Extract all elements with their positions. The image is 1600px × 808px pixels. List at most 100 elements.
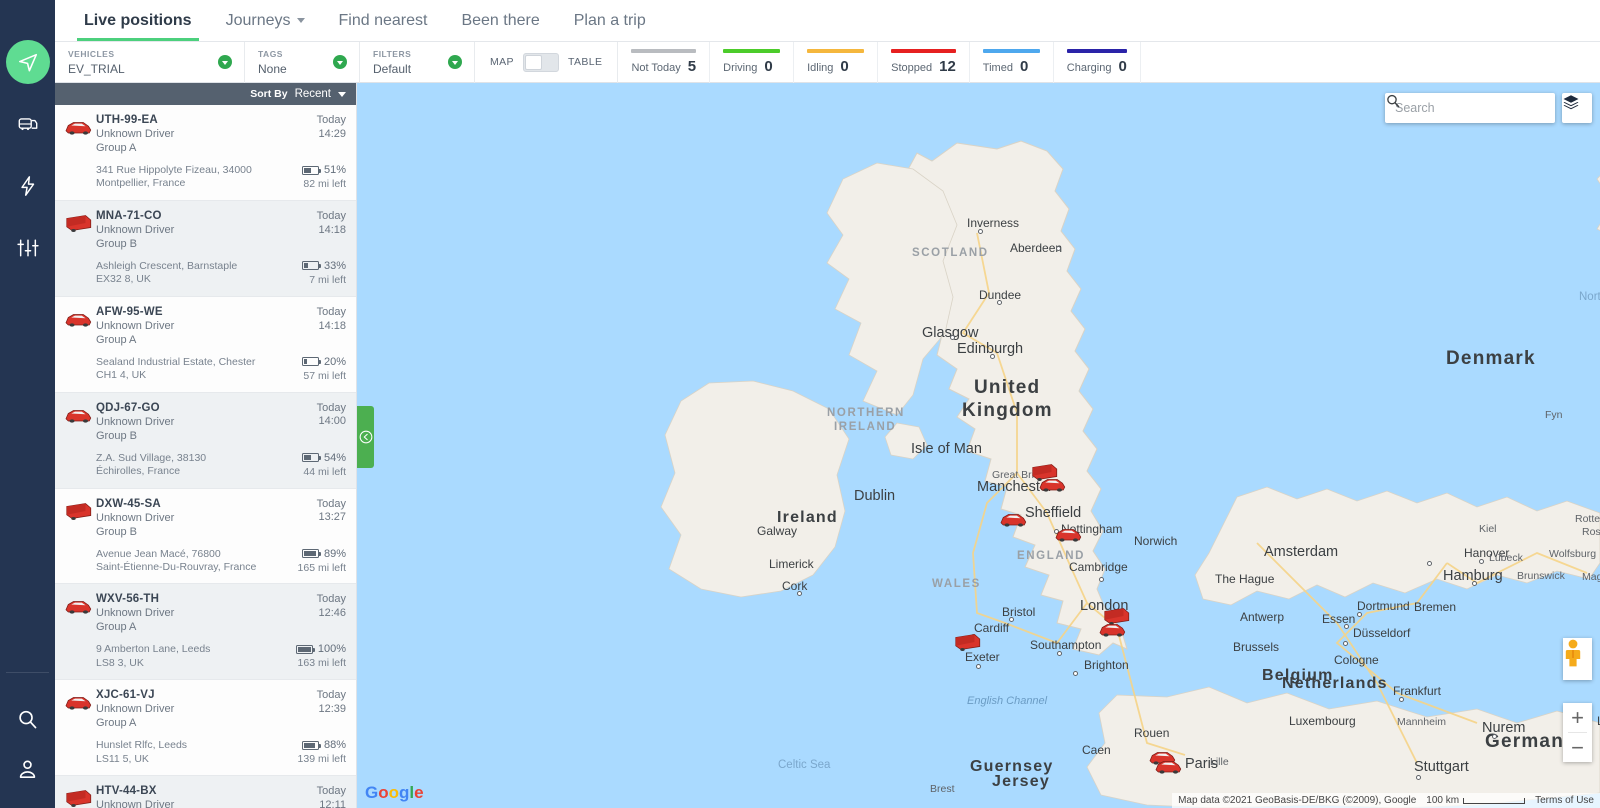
vehicle-day: Today bbox=[316, 689, 346, 702]
tab-find-nearest[interactable]: Find nearest bbox=[322, 0, 445, 41]
vehicle-driver: Unknown Driver bbox=[96, 607, 175, 620]
rail-item-live-positions[interactable] bbox=[5, 40, 50, 84]
chevron-down-icon[interactable] bbox=[218, 55, 232, 69]
map-vehicle-marker[interactable] bbox=[952, 631, 981, 651]
search-icon[interactable] bbox=[1385, 93, 1401, 109]
battery-icon bbox=[301, 549, 322, 558]
rail-item-account[interactable] bbox=[16, 758, 39, 786]
map-vehicle-marker[interactable] bbox=[1097, 618, 1126, 638]
status-summary: Not Today 5 Driving 0 Idling 0 Stopped 12 Timed 0… bbox=[618, 41, 1141, 83]
vehicle-list-item[interactable]: UTH-99-EA Unknown Driver Group A Today 14:29… bbox=[55, 105, 356, 201]
battery-icon bbox=[295, 644, 316, 654]
filter-group-filters[interactable]: FILTERS Default bbox=[360, 41, 475, 83]
vehicle-plate: UTH-99-EA bbox=[96, 114, 158, 126]
street-view-pegman[interactable] bbox=[1563, 638, 1592, 680]
car-marker-icon bbox=[1155, 761, 1182, 774]
city-dot-icon bbox=[1009, 617, 1014, 622]
car-marker-icon bbox=[1000, 514, 1027, 527]
vehicle-address-line2: Saint-Étienne-Du-Rouvray, France bbox=[96, 560, 257, 573]
status-driving[interactable]: Driving 0 bbox=[710, 41, 795, 83]
map-vehicle-marker[interactable] bbox=[1053, 523, 1082, 543]
filter-group-vehicles[interactable]: VEHICLES EV_TRIAL bbox=[55, 41, 245, 83]
zoom-in-button[interactable]: + bbox=[1563, 703, 1592, 732]
status-stopped[interactable]: Stopped 12 bbox=[878, 41, 970, 83]
map-layers-button[interactable] bbox=[1562, 93, 1592, 123]
vehicle-time: 13:27 bbox=[318, 511, 346, 524]
chevron-down-icon[interactable] bbox=[448, 55, 462, 69]
sort-bar[interactable]: Sort By Recent bbox=[55, 83, 356, 105]
vehicle-list-item[interactable]: HTV-44-BXUnknown DriverGroup BToday12:11… bbox=[55, 776, 356, 808]
vehicle-day: Today bbox=[316, 785, 346, 798]
vehicle-driver: Unknown Driver bbox=[96, 415, 175, 428]
vehicle-list-item[interactable]: XJC-61-VJ Unknown Driver Group A Today 12:39… bbox=[55, 680, 356, 777]
city-dot-icon bbox=[1343, 641, 1348, 646]
filter-value: Default bbox=[373, 61, 412, 76]
tab-been-there[interactable]: Been there bbox=[444, 0, 556, 41]
sort-by-value[interactable]: Recent bbox=[295, 88, 331, 100]
vehicle-list-item[interactable]: WXV-56-TH Unknown Driver Group A Today 12:46… bbox=[55, 584, 356, 681]
map-zoom-controls[interactable]: + − bbox=[1563, 703, 1592, 762]
vehicle-address-line2: EX32 8, UK bbox=[96, 273, 151, 286]
tab-journeys[interactable]: Journeys bbox=[209, 0, 322, 41]
panel-collapse-handle[interactable] bbox=[357, 406, 374, 468]
rail-divider bbox=[6, 672, 49, 673]
map-search-input[interactable] bbox=[1395, 101, 1556, 115]
google-logo: Google bbox=[365, 783, 424, 802]
battery-icon bbox=[301, 740, 322, 750]
car-marker-icon bbox=[65, 313, 92, 327]
filter-value: None bbox=[258, 61, 287, 76]
vehicle-driver: Unknown Driver bbox=[96, 128, 175, 140]
rail-item-search[interactable] bbox=[16, 708, 39, 736]
status-name: Charging bbox=[1066, 62, 1112, 74]
vehicle-address-line1: 341 Rue Hippolyte Fizeau, 34000 bbox=[96, 164, 252, 176]
rail-item-settings[interactable] bbox=[6, 226, 50, 270]
tab-live-positions[interactable]: Live positions bbox=[67, 0, 209, 41]
status-count: 0 bbox=[840, 58, 849, 75]
terms-of-use-link[interactable]: Terms of Use bbox=[1535, 795, 1594, 806]
attribution-text: Map data ©2021 GeoBasis-DE/BKG (©2009), … bbox=[1178, 795, 1417, 806]
vehicle-range: 165 mi left bbox=[297, 561, 346, 574]
tab-label: Live positions bbox=[84, 11, 192, 29]
battery-percent: 89% bbox=[323, 547, 346, 560]
filter-group-tags[interactable]: TAGS None bbox=[245, 41, 360, 83]
vehicle-list-item[interactable]: DXW-45-SA Unknown Driver Group B Today 13:27… bbox=[55, 488, 356, 585]
map-search-box[interactable] bbox=[1385, 93, 1556, 123]
city-dot-icon bbox=[976, 664, 981, 669]
pegman-icon bbox=[1565, 639, 1581, 667]
map-vehicle-marker[interactable] bbox=[1153, 755, 1182, 775]
vehicle-list[interactable]: UTH-99-EA Unknown Driver Group A Today 14:29… bbox=[55, 105, 356, 808]
city-dot-icon bbox=[1472, 581, 1477, 586]
vehicle-list-item[interactable]: QDJ-67-GO Unknown Driver Group B Today 14:00… bbox=[55, 392, 356, 489]
map-table-toggle[interactable]: MAP TABLE bbox=[475, 41, 619, 83]
city-dot-icon bbox=[1344, 624, 1349, 629]
zoom-out-button[interactable]: − bbox=[1563, 733, 1592, 762]
vehicle-list-item[interactable]: AFW-95-WE Unknown Driver Group A Today 14:18… bbox=[55, 296, 356, 393]
layers-icon bbox=[1563, 95, 1579, 110]
map-canvas[interactable]: SCOTLAND NORTHERN IRELAND ENGLAND WALES Great… bbox=[357, 83, 1600, 808]
status-charging[interactable]: Charging 0 bbox=[1054, 41, 1141, 83]
battery-icon bbox=[301, 357, 322, 367]
chevron-left-circle-icon bbox=[359, 430, 372, 444]
vehicle-range: 44 mi left bbox=[303, 465, 346, 478]
vehicle-range: 139 mi left bbox=[297, 753, 346, 766]
status-idling[interactable]: Idling 0 bbox=[794, 41, 879, 83]
toggle-label-table: TABLE bbox=[567, 56, 603, 68]
status-timed[interactable]: Timed 0 bbox=[970, 41, 1054, 83]
vehicle-icon bbox=[63, 114, 96, 191]
status-not-today[interactable]: Not Today 5 bbox=[618, 41, 711, 83]
tab-plan-a-trip[interactable]: Plan a trip bbox=[557, 0, 663, 41]
chevron-down-icon[interactable] bbox=[333, 55, 347, 69]
filter-label: VEHICLES bbox=[68, 48, 115, 59]
status-color-bar bbox=[1066, 49, 1127, 53]
lightning-bolt-icon bbox=[20, 176, 34, 196]
vehicle-list-item[interactable]: MNA-71-CO Unknown Driver Group B Today 14:18… bbox=[55, 200, 356, 297]
van-marker-icon bbox=[66, 790, 92, 808]
van-marker-icon bbox=[66, 214, 92, 232]
toggle-switch[interactable] bbox=[522, 52, 559, 72]
rail-item-charging[interactable] bbox=[6, 164, 50, 208]
map-vehicle-marker[interactable] bbox=[1037, 473, 1066, 493]
battery-percent: 51% bbox=[323, 164, 346, 176]
vehicle-time: 12:11 bbox=[319, 798, 346, 808]
rail-item-fleet[interactable] bbox=[6, 102, 50, 146]
map-vehicle-marker[interactable] bbox=[998, 508, 1027, 528]
